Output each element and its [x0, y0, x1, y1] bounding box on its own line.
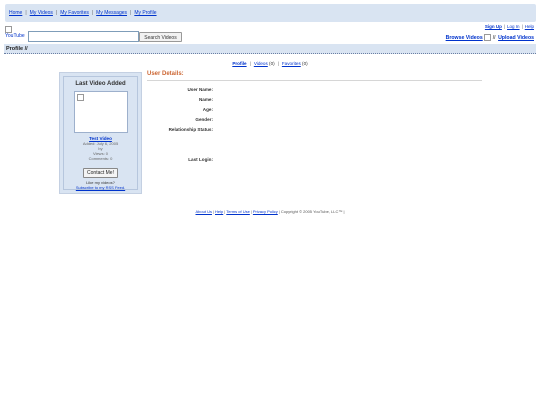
upload-videos-link[interactable]: Upload Videos [498, 35, 534, 41]
tab-separator: | [249, 61, 251, 66]
video-comments: Comments: 0 [88, 156, 113, 161]
user-name-label: User Name: [187, 87, 213, 92]
video-thumbnail[interactable] [73, 91, 128, 133]
nav-home-link[interactable]: Home [9, 10, 22, 16]
last-video-panel-inner: Last Video Added Test Video Added: July … [63, 76, 138, 190]
contact-me-button[interactable]: Contact Me! [83, 168, 118, 178]
last-video-heading: Last Video Added [75, 81, 126, 87]
tab-profile[interactable]: Profile [232, 61, 246, 66]
name-label: Name: [198, 97, 213, 102]
tab-videos-count: (0) [267, 61, 275, 66]
account-links: Sign Up | Log In | Help [485, 24, 534, 29]
help-link[interactable]: Help [525, 24, 534, 29]
broken-image-icon [76, 94, 84, 101]
footer-about-us-link[interactable]: About Us [196, 209, 212, 214]
tab-separator: | [277, 61, 279, 66]
nav-my-videos-link[interactable]: My Videos [30, 10, 53, 16]
footer-help-link[interactable]: Help [215, 209, 223, 214]
tab-favorites[interactable]: Favorites [282, 61, 301, 66]
page-title: Profile // [6, 46, 28, 52]
relationship-status-label: Relationship Status: [168, 127, 213, 132]
browse-separator: // [492, 34, 496, 41]
log-in-link[interactable]: Log In [507, 24, 520, 29]
browse-videos-link[interactable]: Browse Videos [446, 35, 483, 41]
nav-separator: | [25, 10, 27, 16]
profile-title-bar: Profile // [4, 44, 536, 54]
sign-up-link[interactable]: Sign Up [485, 24, 502, 29]
nav-my-profile-link[interactable]: My Profile [134, 10, 156, 16]
top-nav: Home | My Videos | My Favorites | My Messages |… [5, 4, 536, 22]
profile-tabs: Profile | Videos (0) | Favorites (0) [0, 61, 540, 66]
footer: About Us|Help|Terms of Use|Privacy Polic… [0, 209, 540, 214]
last-login-label: Last Login: [188, 157, 213, 162]
browse-links: Browse Videos // Upload Videos [446, 34, 534, 41]
nav-my-favorites-link[interactable]: My Favorites [60, 10, 89, 16]
broken-image-icon [5, 26, 12, 33]
rss-subscribe-link[interactable]: Subscribe to my RSS Feed. [76, 185, 125, 190]
tab-favorites-count: (0) [300, 61, 308, 66]
logo-alt-text: YouTube [5, 33, 25, 39]
age-label: Age: [202, 107, 213, 112]
search-input[interactable] [28, 31, 139, 42]
footer-privacy-link[interactable]: Privacy Policy [253, 209, 278, 214]
tab-videos[interactable]: Videos [254, 61, 268, 66]
gender-label: Gender: [195, 117, 213, 122]
last-video-panel: Last Video Added Test Video Added: July … [59, 72, 142, 194]
user-details-heading: User Details: [147, 71, 482, 81]
footer-terms-link[interactable]: Terms of Use [226, 209, 250, 214]
broken-image-icon [483, 34, 491, 41]
search-videos-button[interactable]: Search Videos [139, 32, 182, 42]
nav-my-messages-link[interactable]: My Messages [96, 10, 127, 16]
footer-copyright: Copyright © 2005 YouTube, LLC™ | [280, 209, 345, 214]
youtube-logo[interactable]: YouTube [5, 26, 27, 40]
